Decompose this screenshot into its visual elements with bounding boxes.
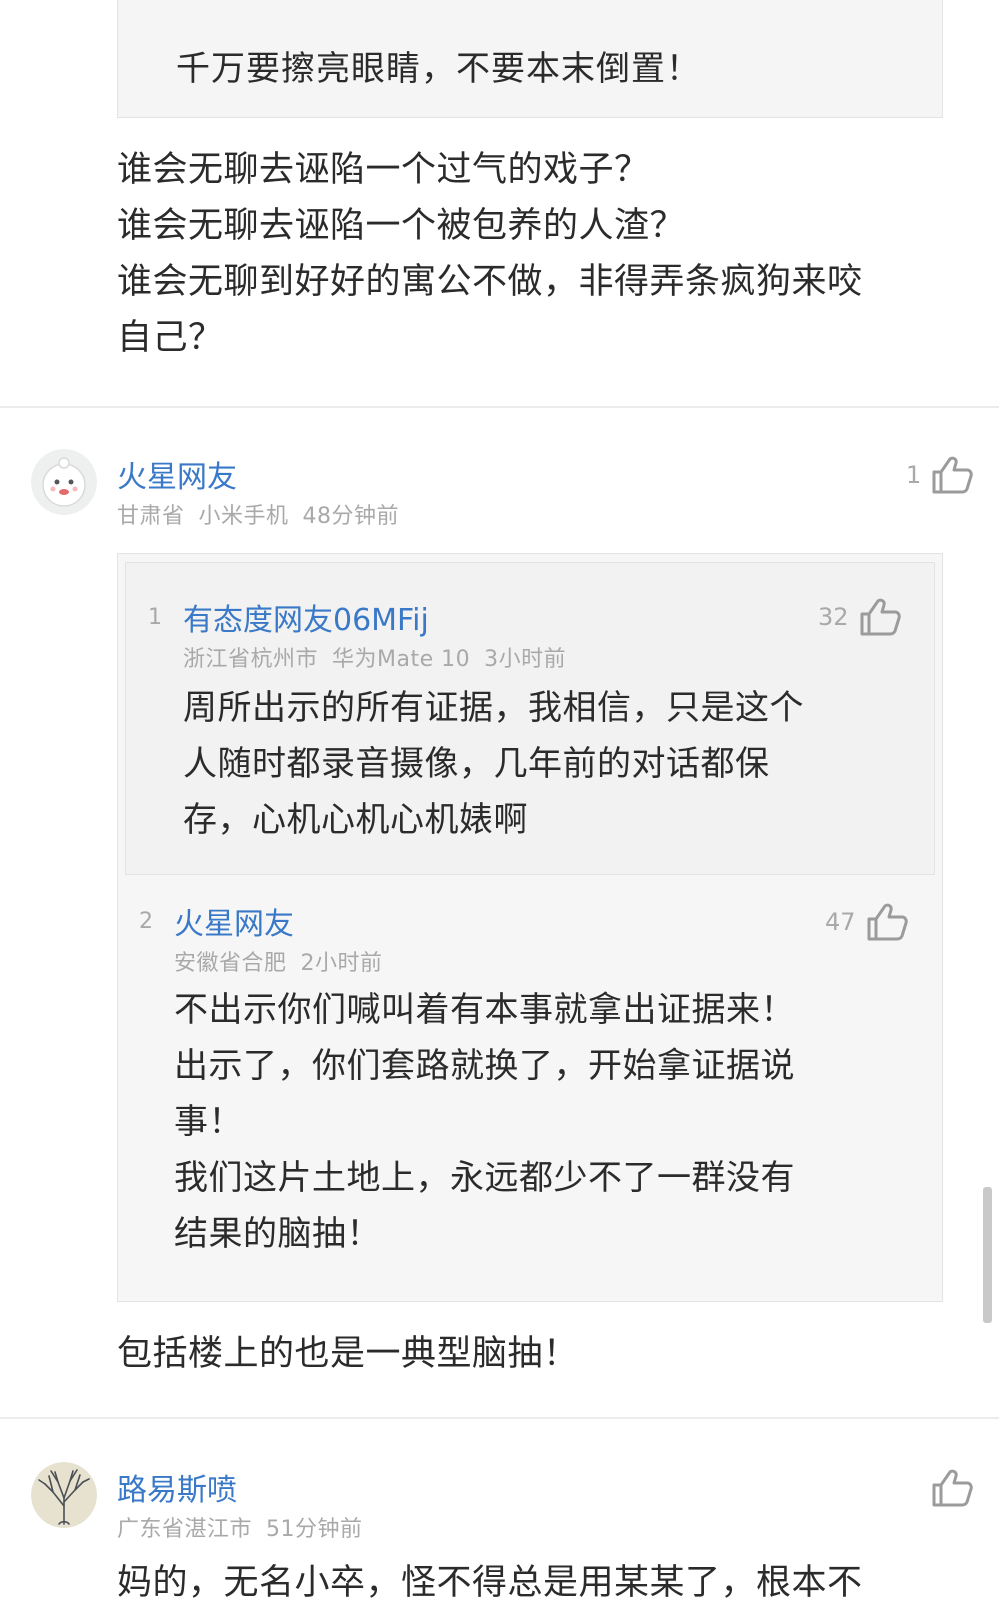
device: 华为Mate 10 xyxy=(332,647,471,672)
username[interactable]: 路易斯喷 xyxy=(117,1465,237,1509)
thumbs-up-icon xyxy=(932,1469,973,1507)
comment-body-line: 谁会无聊去诬陷一个被包养的人渣？ xyxy=(117,206,686,246)
quote-index: 2 xyxy=(139,909,153,934)
scrollbar[interactable] xyxy=(983,1187,992,1323)
avatar[interactable] xyxy=(31,1462,97,1528)
quote-text-line: 事！ xyxy=(174,1102,243,1142)
thumbs-up-icon xyxy=(867,903,908,941)
like-button[interactable] xyxy=(931,1468,973,1508)
device: 小米手机 xyxy=(198,504,289,529)
location: 广东省湛江市 xyxy=(117,1517,253,1542)
comment-meta: 甘肃省 小米手机 48分钟前 xyxy=(117,498,399,530)
like-button[interactable]: 1 xyxy=(906,455,974,495)
quote-text-line: 周所出示的所有证据，我相信，只是这个 xyxy=(183,688,804,728)
quoted-comment-text: 千万要擦亮眼睛，不要本末倒置！ xyxy=(176,49,701,89)
like-count: 47 xyxy=(825,908,856,936)
quote-meta: 浙江省杭州市 华为Mate 10 3小时前 xyxy=(183,641,566,673)
timestamp: 51分钟前 xyxy=(266,1517,363,1542)
quote-username[interactable]: 有态度网友06MFij xyxy=(183,595,429,639)
quote-text-line: 我们这片土地上，永远都少不了一群没有 xyxy=(174,1158,795,1198)
quote-meta: 安徽省合肥 2小时前 xyxy=(174,945,383,977)
comment-divider xyxy=(0,1417,999,1419)
quote-username[interactable]: 火星网友 xyxy=(174,899,294,943)
quoted-comment-box: 千万要擦亮眼睛，不要本末倒置！ xyxy=(117,0,943,118)
comment-body: 包括楼上的也是一典型脑抽！ xyxy=(117,1326,579,1382)
comment-body-line: 谁会无聊去诬陷一个过气的戏子？ xyxy=(117,150,650,190)
timestamp: 3小时前 xyxy=(484,647,567,672)
comment-body-line: 谁会无聊到好好的寓公不做，非得弄条疯狗来咬 xyxy=(117,262,863,302)
avatar[interactable] xyxy=(31,449,97,515)
quote-like-button[interactable]: 32 xyxy=(818,597,901,637)
comment-body-line: 自己？ xyxy=(117,318,224,358)
quote-text-line: 存，心机心机心机婊啊 xyxy=(183,800,528,840)
quote-like-button[interactable]: 47 xyxy=(825,902,908,942)
location: 浙江省杭州市 xyxy=(183,647,319,672)
quoted-thread: 1 有态度网友06MFij 浙江省杭州市 华为Mate 10 3小时前 32 周所出… xyxy=(117,553,943,1302)
location: 安徽省合肥 xyxy=(174,951,287,976)
quote-text: 周所出示的所有证据，我相信，只是这个 人随时都录音摄像，几年前的对话都保 存，心… xyxy=(183,680,804,848)
quote-text-line: 结果的脑抽！ xyxy=(174,1214,381,1254)
comment-meta: 广东省湛江市 51分钟前 xyxy=(117,1511,363,1543)
like-count: 1 xyxy=(906,461,922,489)
tree-avatar-icon xyxy=(31,1462,97,1528)
quote-text-line: 不出示你们喊叫着有本事就拿出证据来！ xyxy=(174,990,795,1030)
quote-index: 1 xyxy=(148,605,162,630)
username[interactable]: 火星网友 xyxy=(117,452,237,496)
thumbs-up-icon xyxy=(932,456,974,494)
quote-text-line: 人随时都录音摄像，几年前的对话都保 xyxy=(183,744,770,784)
thumbs-up-icon xyxy=(860,598,901,636)
timestamp: 48分钟前 xyxy=(302,504,400,529)
quote-text-line: 出示了，你们套路就换了，开始拿证据说 xyxy=(174,1046,795,1086)
comment-divider xyxy=(0,406,999,408)
location: 甘肃省 xyxy=(117,504,185,529)
comment-body: 妈的，无名小卒，怪不得总是用某某了，根本不 xyxy=(117,1555,863,1611)
quoted-reply: 1 有态度网友06MFij 浙江省杭州市 华为Mate 10 3小时前 32 周所出… xyxy=(125,562,935,875)
timestamp: 2小时前 xyxy=(300,951,383,976)
cartoon-face-avatar-icon xyxy=(31,449,97,515)
comment-body-line: 妈的，无名小卒，怪不得总是用某某了，根本不 xyxy=(117,1563,863,1603)
comment-body-line: 包括楼上的也是一典型脑抽！ xyxy=(117,1334,579,1374)
quote-text: 不出示你们喊叫着有本事就拿出证据来！ 出示了，你们套路就换了，开始拿证据说 事！… xyxy=(174,982,795,1262)
comment-body: 谁会无聊去诬陷一个过气的戏子？ 谁会无聊去诬陷一个被包养的人渣？ 谁会无聊到好好… xyxy=(117,142,863,366)
like-count: 32 xyxy=(818,603,849,631)
